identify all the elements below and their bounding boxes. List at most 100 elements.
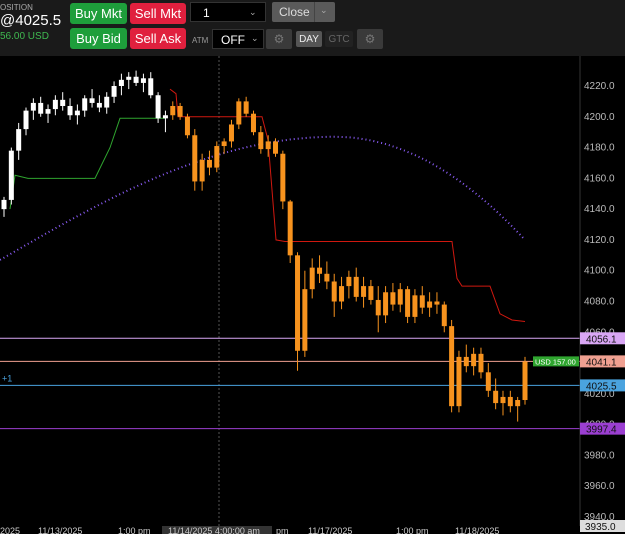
sell-ask-button[interactable]: Sell Ask	[130, 28, 186, 49]
tif-gtc-button[interactable]: GTC	[325, 31, 353, 47]
candle-body	[478, 353, 484, 373]
quantity-selector[interactable]: 1 ⌄	[190, 2, 266, 22]
candle-body	[368, 286, 374, 300]
candle-body	[67, 106, 73, 116]
candle-body	[140, 78, 146, 83]
close-button[interactable]: Close ⌄	[272, 2, 335, 22]
candle-body	[405, 289, 411, 317]
candle-body	[38, 102, 44, 114]
candle-body	[96, 102, 102, 108]
chevron-down-icon[interactable]: ⌄	[251, 33, 259, 44]
candle-body	[111, 86, 117, 97]
candle-body	[45, 109, 51, 114]
candle-body	[258, 132, 264, 150]
candle-body	[250, 113, 256, 133]
candle-body	[427, 301, 433, 308]
candle-body	[243, 101, 249, 114]
price-tick-label: 4160.0	[584, 173, 615, 184]
candle-body	[515, 400, 521, 407]
order-toolbar: OSITION @4025.5 56.00 USD Buy Mkt Sell M…	[0, 0, 625, 56]
atm-selector[interactable]: OFF ⌄	[212, 29, 264, 49]
candle-body	[177, 106, 183, 117]
candle-body	[60, 99, 66, 107]
price-tick-label: 4140.0	[584, 204, 615, 215]
candle-body	[89, 98, 95, 103]
candle-body	[463, 356, 469, 367]
candle-body	[331, 281, 337, 302]
time-tick-label: 11/14/2025 4:00:00 am	[168, 526, 260, 534]
price-tick-label: 4200.0	[584, 112, 615, 123]
atm-label: ATM	[192, 36, 209, 45]
price-tick-label: 3980.0	[584, 450, 615, 461]
tif-settings-gear-icon[interactable]: ⚙	[357, 29, 383, 49]
price-chart[interactable]: 4220.0 4200.0 4180.0 4160.0 4140.0 4120.0 4100…	[0, 56, 625, 534]
price-tick-label: 4100.0	[584, 266, 615, 277]
price-tick-label: 4180.0	[584, 143, 615, 154]
candle-body	[280, 153, 286, 202]
candle-body	[317, 267, 323, 274]
time-tick-label: 1:00 pm	[118, 526, 151, 534]
chevron-down-icon[interactable]: ⌄	[320, 5, 328, 16]
candle-body	[214, 146, 220, 168]
candle-body	[287, 201, 293, 256]
chevron-down-icon[interactable]: ⌄	[249, 7, 257, 18]
position-qty-label: +1	[2, 373, 12, 383]
time-tick-label: 11/13/2025	[38, 526, 82, 534]
time-tick-label: 11/18/2025	[455, 526, 499, 534]
sell-market-button[interactable]: Sell Mkt	[130, 3, 186, 24]
candle-body	[155, 95, 161, 119]
level-tag-label: 4056.1	[586, 334, 617, 345]
price-tick-label: 3960.0	[584, 481, 615, 492]
candle-body	[507, 396, 513, 407]
candle-body	[148, 78, 154, 96]
buy-bid-button[interactable]: Buy Bid	[70, 28, 127, 49]
time-tick-label: 11/17/2025	[308, 526, 352, 534]
tif-day-button[interactable]: DAY	[296, 31, 322, 47]
candle-body	[412, 295, 418, 317]
divider	[314, 2, 315, 22]
candle-body	[295, 255, 301, 351]
candle-body	[397, 289, 403, 305]
candle-body	[23, 110, 29, 130]
atm-value: OFF	[221, 33, 245, 47]
candle-body	[162, 115, 168, 119]
candle-body	[383, 292, 389, 316]
candle-body	[361, 286, 367, 297]
candle-body	[419, 295, 425, 308]
time-tick-label: pm	[276, 526, 289, 534]
candle-body	[500, 396, 506, 404]
support-trail-line	[9, 117, 165, 210]
atm-settings-gear-icon[interactable]: ⚙	[266, 29, 292, 49]
time-tick-label: 2025	[0, 526, 20, 534]
position-tag-label: USD 157.00	[535, 357, 576, 366]
candle-body	[74, 110, 80, 116]
candle-body	[339, 286, 345, 302]
close-label: Close	[279, 5, 310, 19]
candle-body	[353, 276, 359, 297]
level-tag-label: 3997.4	[586, 425, 617, 436]
candle-body	[522, 361, 528, 401]
candle-body	[456, 356, 462, 407]
candle-body	[184, 116, 190, 136]
price-tick-label: 4120.0	[584, 235, 615, 246]
candle-body	[206, 159, 212, 168]
candle-body	[52, 99, 58, 110]
trailing-stop-line	[169, 88, 526, 322]
quantity-value: 1	[203, 6, 210, 20]
candle-body	[265, 141, 271, 150]
candle-body	[471, 353, 477, 367]
candle-body	[485, 372, 491, 391]
buy-market-button[interactable]: Buy Mkt	[70, 3, 127, 24]
candle-body	[346, 276, 352, 287]
position-pnl: 56.00 USD	[0, 31, 49, 42]
candle-body	[118, 79, 124, 86]
price-axis-panel	[580, 56, 625, 534]
candle-body	[493, 390, 499, 404]
candle-body	[375, 299, 381, 316]
candle-body	[16, 129, 22, 151]
candle-body	[309, 267, 315, 290]
candle-body	[390, 292, 396, 305]
candle-body	[273, 141, 279, 154]
candle-body	[199, 159, 205, 182]
candle-body	[324, 273, 330, 282]
